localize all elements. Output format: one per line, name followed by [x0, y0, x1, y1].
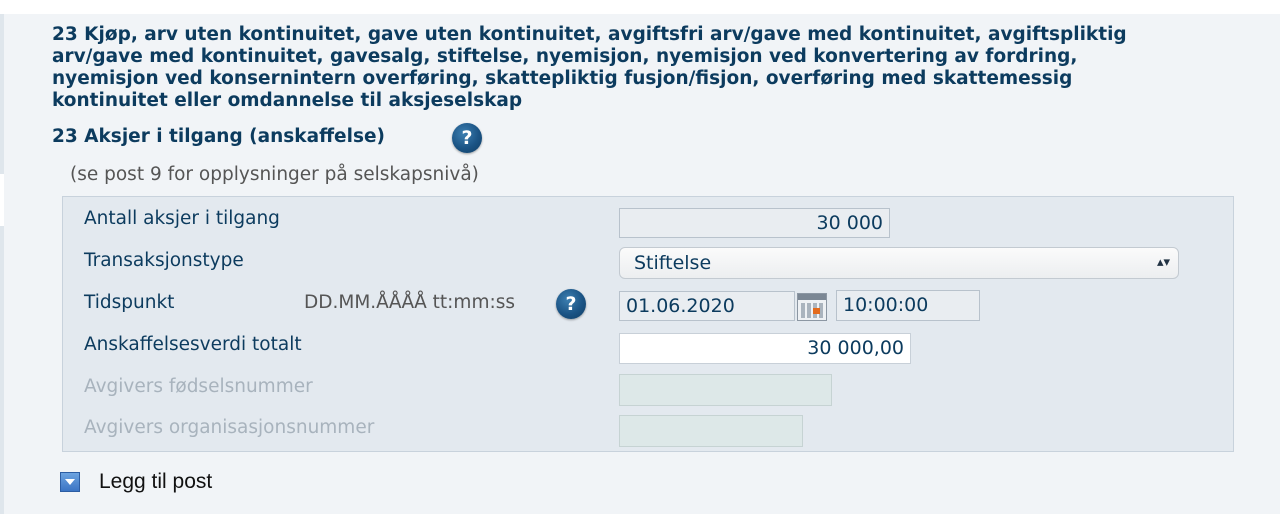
tidspunkt-help-icon[interactable]: ?: [556, 289, 586, 319]
anskaffelsesverdi-input[interactable]: 30 000,00: [619, 333, 911, 364]
orgnummer-input: [619, 415, 803, 447]
antall-label: Antall aksjer i tilgang: [84, 208, 280, 229]
tidspunkt-format-hint: DD.MM.ÅÅÅÅ tt:mm:ss: [304, 292, 515, 313]
add-post-label[interactable]: Legg til post: [99, 470, 212, 494]
section-heading: 23 Kjøp, arv uten kontinuitet, gave uten…: [52, 24, 1127, 111]
add-post-row[interactable]: Legg til post: [60, 470, 212, 494]
help-icon[interactable]: ?: [452, 123, 482, 153]
transaksjonstype-label: Transaksjonstype: [84, 250, 244, 271]
calendar-icon[interactable]: [797, 293, 827, 321]
section-subheading: 23 Aksjer i tilgang (anskaffelse): [52, 126, 385, 147]
transaksjonstype-value: Stiftelse: [634, 252, 712, 274]
antall-input[interactable]: 30 000: [619, 208, 890, 238]
orgnummer-label: Avgivers organisasjonsnummer: [84, 417, 375, 438]
tidspunkt-label: Tidspunkt: [84, 292, 175, 313]
top-band: [0, 0, 1280, 14]
anskaffelsesverdi-label: Anskaffelsesverdi totalt: [84, 334, 302, 355]
fodselsnummer-label: Avgivers fødselsnummer: [84, 376, 313, 397]
expand-arrow-icon[interactable]: [60, 472, 80, 492]
section-note: (se post 9 for opplysninger på selskapsn…: [70, 164, 479, 185]
select-arrows-icon: ▴▾: [1156, 255, 1170, 270]
fodselsnummer-input: [619, 374, 832, 406]
transaksjonstype-select[interactable]: Stiftelse ▴▾: [619, 247, 1179, 279]
time-input[interactable]: 10:00:00: [836, 290, 980, 321]
date-input[interactable]: 01.06.2020: [619, 291, 795, 321]
